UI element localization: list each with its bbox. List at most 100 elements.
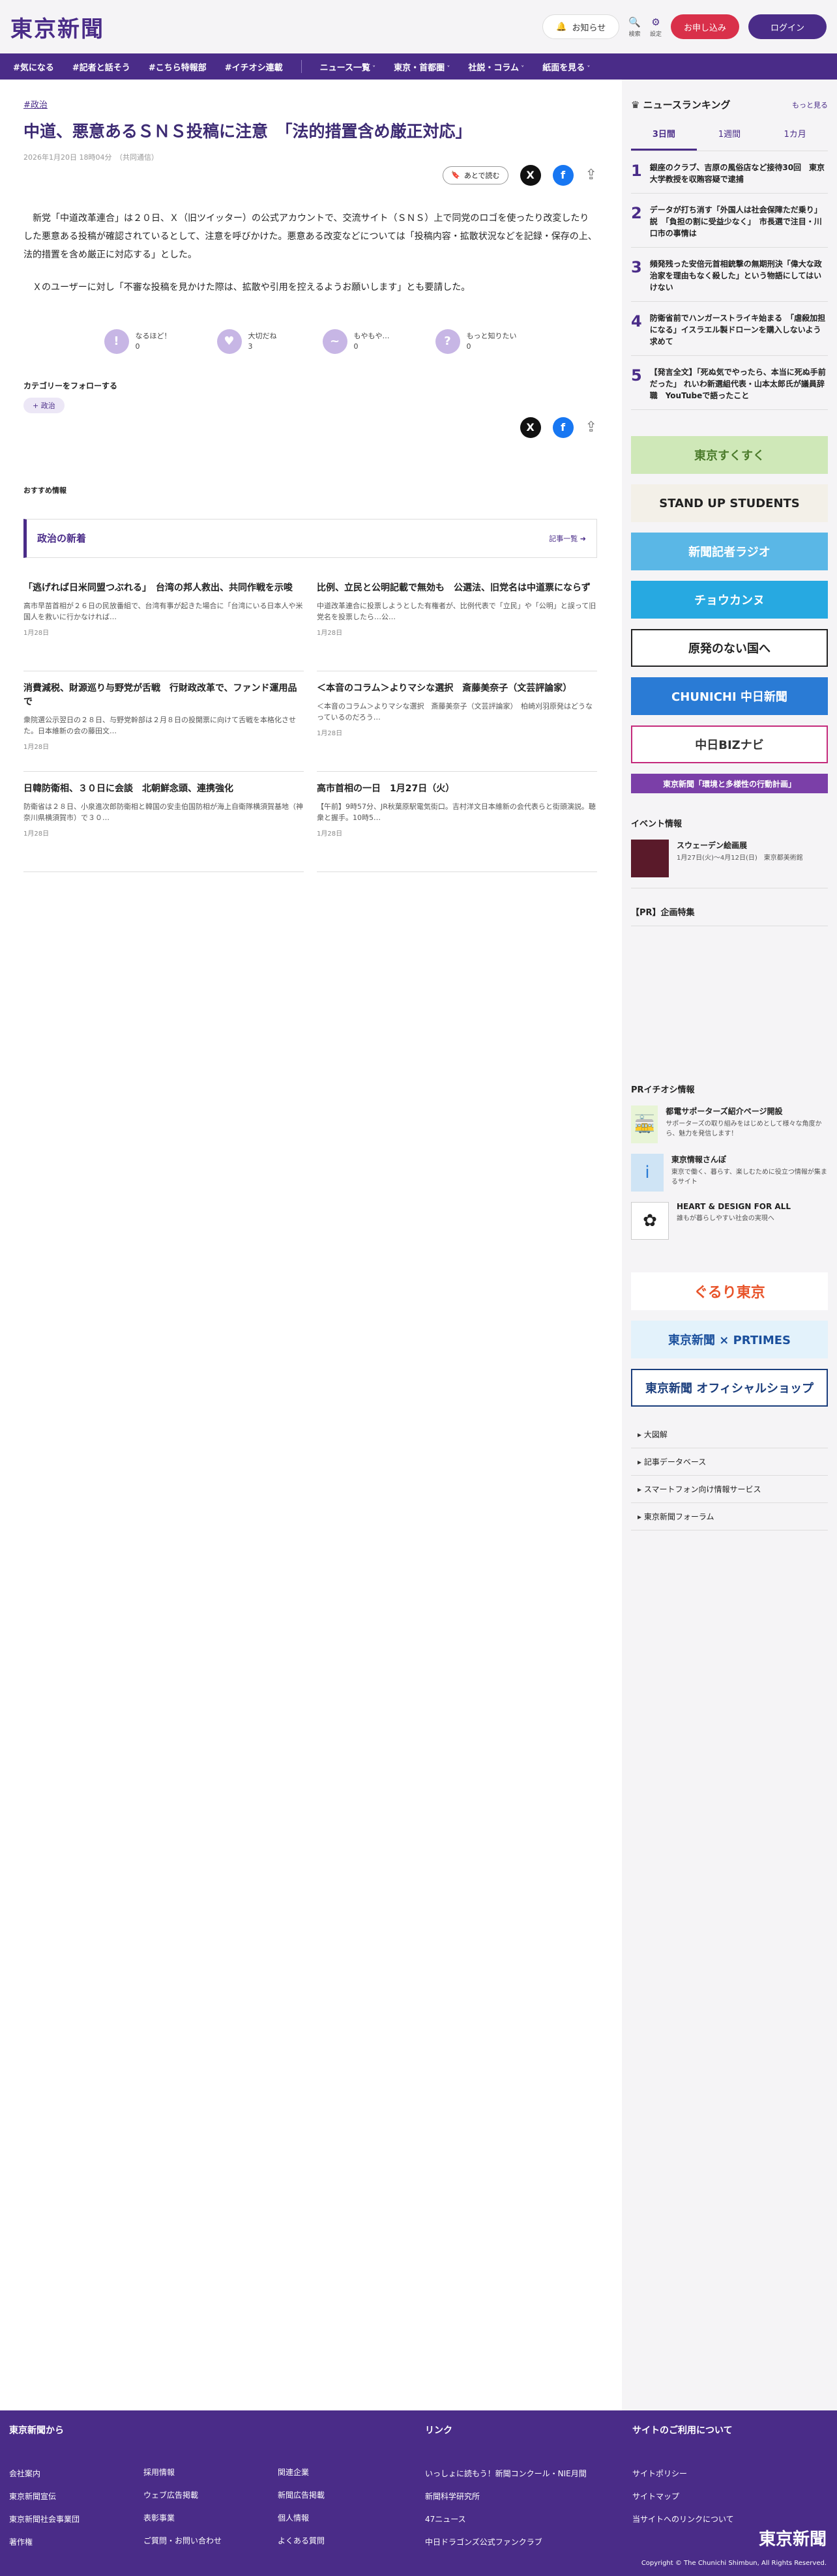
- bookmark-icon: 🔖: [451, 171, 460, 180]
- footer-link[interactable]: サイトマップ: [632, 2491, 734, 2502]
- ranking-item[interactable]: 2 データが打ち消す「外国人は社会保障ただ乗り」説 「負担の割に受益少なく」 市長…: [631, 194, 828, 248]
- x-share-icon[interactable]: X: [520, 417, 541, 438]
- event-item[interactable]: スウェーデン絵画展 1月27日(火)～4月12日(日) 東京都美術館: [631, 840, 828, 888]
- crown-icon: ♛: [631, 99, 643, 111]
- reaction-text: 大切だね 3: [248, 331, 277, 351]
- footer-link[interactable]: 表彰事業: [143, 2512, 222, 2523]
- pickup-item[interactable]: i 東京情報さんぽ 東京で働く、暮らす、楽しむために役立つ情報が集まるサイト: [631, 1154, 828, 1192]
- news-card[interactable]: 比例、立民と公明記載で無効も 公選法、旧党名は中道票にならず 中道改革連合に投票し…: [317, 571, 597, 671]
- ranking-item[interactable]: 4 防衛省前でハンガーストライキ始まる 「虐殺加担になる」イスラエル製ドローンを購…: [631, 302, 828, 356]
- sidebar-link[interactable]: 東京新聞フォーラム: [631, 1503, 828, 1530]
- footer-link[interactable]: 47ニュース: [425, 2513, 587, 2525]
- notice-button[interactable]: 🔔 お知らせ: [542, 14, 620, 39]
- sidebar-link[interactable]: 大図解: [631, 1421, 828, 1448]
- news-card[interactable]: 高市首相の一日 1月27日（火） 【午前】9時57分、JR秋葉原駅電気街口。吉村洋…: [317, 772, 597, 872]
- footer-link[interactable]: 関連企業: [278, 2466, 325, 2478]
- follow-tag-politics[interactable]: + 政治: [23, 397, 65, 413]
- reaction-taisetsu[interactable]: ♥ 大切だね 3: [216, 329, 277, 354]
- site-footer: 東京新聞から 会社案内 東京新聞宣伝 東京新聞社会事業団 著作権 採用情報 ウェ…: [0, 2410, 837, 2576]
- x-share-icon[interactable]: X: [520, 164, 541, 186]
- news-card[interactable]: ＜本音のコラム＞よりマシな選択 斎藤美奈子（文芸評論家） ＜本音のコラム＞よりマシ…: [317, 671, 597, 772]
- read-later-button[interactable]: 🔖 あとで読む: [443, 166, 508, 184]
- ranking-item[interactable]: 1 銀座のクラブ、吉原の風俗店など接待30回 東京大学教授を収賄容疑で逮捕: [631, 151, 828, 194]
- latest-grid: 「逃げれば日米同盟つぶれる」 台湾の邦人救出、共同作戦を示唆 高市早苗首相が２６日…: [23, 571, 597, 872]
- search-button[interactable]: 🔍 検索: [628, 16, 641, 38]
- site-logo[interactable]: 東京新聞: [10, 11, 104, 43]
- footer-link[interactable]: 東京新聞社会事業団: [9, 2513, 80, 2525]
- sidebar: ♛ ニュースランキング もっと見る 3日間 1週間 1カ月 1 銀座のクラブ、吉原…: [622, 80, 837, 2410]
- share-icon[interactable]: ⇪: [585, 167, 597, 183]
- nav-item-kisha[interactable]: #記者と話そう: [72, 61, 130, 73]
- banner-gururi-tokyo[interactable]: ぐるり東京: [631, 1272, 828, 1310]
- footer-link[interactable]: 会社案内: [9, 2468, 80, 2479]
- footer-link[interactable]: ご質問・お問い合わせ: [143, 2535, 222, 2546]
- banner-radio[interactable]: 新聞記者ラジオ: [631, 533, 828, 570]
- reaction-text: なるほど！ 0: [136, 331, 171, 351]
- reaction-motto[interactable]: ? もっと知りたい 0: [435, 329, 517, 354]
- nav-item-tokyo[interactable]: 東京・首都圏: [394, 61, 450, 73]
- banner-chokanu[interactable]: チョウカンヌ: [631, 581, 828, 619]
- reaction-label: もやもや…: [353, 332, 390, 341]
- news-card[interactable]: 「逃げれば日米同盟つぶれる」 台湾の邦人救出、共同作戦を示唆 高市早苗首相が２６日…: [23, 571, 304, 671]
- rank-number: 5: [631, 366, 642, 385]
- news-card-title: 日韓防衛相、３０日に会談 北朝鮮念頭、連携強化: [23, 783, 233, 794]
- footer-link[interactable]: 著作権: [9, 2536, 80, 2547]
- latest-more-link[interactable]: 記事一覧 ➜: [549, 533, 586, 544]
- footer-link[interactable]: いっしょに読もう！新聞コンクール・NIE月間: [425, 2468, 587, 2479]
- settings-label: 設定: [649, 31, 662, 38]
- banner-chunichi[interactable]: CHUNICHI 中日新聞: [631, 677, 828, 715]
- footer-link[interactable]: サイトポリシー: [632, 2468, 734, 2479]
- tab-1week[interactable]: 1週間: [697, 118, 763, 151]
- reaction-naruhodo[interactable]: ! なるほど！ 0: [104, 329, 171, 354]
- arrow-right-icon: ➜: [580, 534, 586, 543]
- share-icon[interactable]: ⇪: [585, 419, 597, 435]
- pr-heading: 【PR】企画特集: [631, 905, 828, 926]
- tab-3days[interactable]: 3日間: [631, 118, 697, 151]
- footer-link[interactable]: 新聞科学研究所: [425, 2491, 587, 2502]
- reaction-moyamoya[interactable]: ~ もやもや… 0: [322, 329, 390, 354]
- footer-link[interactable]: よくある質問: [278, 2535, 325, 2546]
- nav-item-ichioshi[interactable]: #イチオシ連載: [225, 61, 283, 73]
- pickup-item[interactable]: ✿ HEART & DESIGN FOR ALL 誰もが暮らしやすい社会の実現へ: [631, 1202, 828, 1240]
- footer-link[interactable]: 採用情報: [143, 2466, 222, 2478]
- category-link[interactable]: #政治: [23, 100, 48, 110]
- pickup-text: HEART & DESIGN FOR ALL 誰もが暮らしやすい社会の実現へ: [677, 1202, 791, 1240]
- banner-genpatsu[interactable]: 原発のない国へ: [631, 629, 828, 667]
- search-label: 検索: [628, 31, 641, 38]
- news-card-title: 消費減税、財源巡り与野党が舌戦 行財政改革で、ファンド運用品で: [23, 682, 297, 707]
- news-card-excerpt: ＜本音のコラム＞よりマシな選択 斎藤美奈子（文芸評論家） 柏崎刈羽原発はどうなっ…: [317, 701, 593, 722]
- banner-sukusuku[interactable]: 東京すくすく: [631, 436, 828, 474]
- footer-link[interactable]: ウェブ広告掲載: [143, 2489, 222, 2500]
- footer-logo[interactable]: 東京新聞: [759, 2526, 827, 2550]
- ranking-item[interactable]: 5 【発言全文】「死ぬ気でやったら、本当に死ぬ手前だった」 れいわ新選組代表・山本…: [631, 356, 828, 410]
- nav-item-tokuhobu[interactable]: #こちら特報部: [149, 61, 207, 73]
- nav-item-news-list[interactable]: ニュース一覧: [320, 61, 376, 73]
- banner-biznavi[interactable]: 中日BIZナビ: [631, 725, 828, 763]
- nav-item-paper[interactable]: 紙面を見る: [542, 61, 590, 73]
- ranking-item[interactable]: 3 頻発残った安倍元首相銃撃の無期刑決「偉大な政治家を理由もなく殺した」という物語…: [631, 248, 828, 302]
- footer-link[interactable]: 東京新聞宣伝: [9, 2491, 80, 2502]
- footer-link[interactable]: 中日ドラゴンズ公式ファンクラブ: [425, 2536, 587, 2547]
- pickup-item[interactable]: 🚋 都電サポーターズ紹介ページ開設 サポーターズの取り組みをはじめとして様々な角度か…: [631, 1105, 828, 1143]
- news-card[interactable]: 日韓防衛相、３０日に会談 北朝鮮念頭、連携強化 防衛省は２８日、小泉進次郎防衛相と…: [23, 772, 304, 872]
- news-card[interactable]: 消費減税、財源巡り与野党が舌戦 行財政改革で、ファンド運用品で 衆院選公示翌日の２…: [23, 671, 304, 772]
- login-button[interactable]: ログイン: [748, 14, 827, 39]
- subscribe-button[interactable]: お申し込み: [670, 14, 739, 39]
- tab-1month[interactable]: 1カ月: [762, 118, 828, 151]
- sidebar-link[interactable]: スマートフォン向け情報サービス: [631, 1476, 828, 1503]
- nav-item-editorial[interactable]: 社説・コラム: [468, 61, 524, 73]
- facebook-share-icon[interactable]: f: [552, 164, 574, 186]
- footer-link[interactable]: 個人情報: [278, 2512, 325, 2523]
- banner-prtimes[interactable]: 東京新聞 × PRTIMES: [631, 1321, 828, 1358]
- banner-action-plan[interactable]: 東京新聞「環境と多様性の行動計画」: [631, 774, 828, 793]
- footer-link[interactable]: 当サイトへのリンクについて: [632, 2513, 734, 2525]
- ranking-more-link[interactable]: もっと見る: [792, 100, 828, 110]
- footer-link[interactable]: 新聞広告掲載: [278, 2489, 325, 2500]
- banner-official-shop[interactable]: 東京新聞 オフィシャルショップ: [631, 1369, 828, 1407]
- sidebar-link[interactable]: 記事データベース: [631, 1448, 828, 1476]
- news-card-excerpt: 【午前】9時57分、JR秋葉原駅電気街口。吉村洋文日本維新の会代表らと街頭演説。…: [317, 802, 596, 823]
- banner-stand-up-students[interactable]: STAND UP STUDENTS: [631, 484, 828, 522]
- facebook-share-icon[interactable]: f: [552, 417, 574, 438]
- nav-item-kininaru[interactable]: #気になる: [13, 61, 54, 73]
- settings-button[interactable]: ⚙ 設定: [650, 16, 662, 38]
